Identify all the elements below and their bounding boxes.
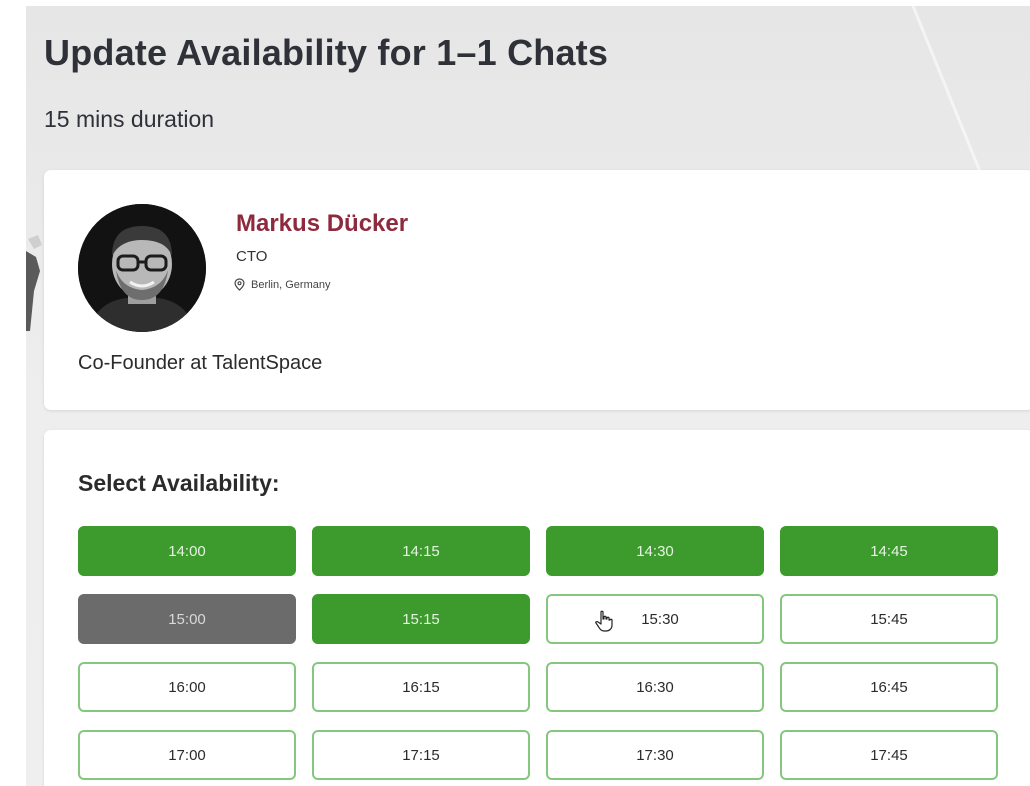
- time-slot-1630[interactable]: 16:30: [546, 662, 764, 712]
- availability-heading: Select Availability:: [78, 470, 280, 496]
- person-location: Berlin, Germany: [234, 278, 330, 291]
- time-slot-1530[interactable]: 15:30: [546, 594, 764, 644]
- time-slot-1645[interactable]: 16:45: [780, 662, 998, 712]
- person-name: Markus Dücker: [236, 210, 409, 237]
- time-slot-1445[interactable]: 14:45: [780, 526, 998, 576]
- time-slot-grid: 14:00 14:15 14:30 14:45 15:00 15:15 15:3…: [78, 526, 998, 780]
- time-slot-1700[interactable]: 17:00: [78, 730, 296, 780]
- time-slot-1715[interactable]: 17:15: [312, 730, 530, 780]
- background-figure: [26, 235, 42, 331]
- time-slot-1745[interactable]: 17:45: [780, 730, 998, 780]
- time-slot-1500[interactable]: 15:00: [78, 594, 296, 644]
- time-slot-1615[interactable]: 16:15: [312, 662, 530, 712]
- person-bio: Co-Founder at TalentSpace: [78, 352, 323, 374]
- profile-card: Markus Dücker CTO Berlin, Germany Co-Fou…: [44, 170, 1030, 410]
- time-slot-1400[interactable]: 14:00: [78, 526, 296, 576]
- hand-pointer-cursor-icon: [595, 610, 613, 632]
- person-role: CTO: [236, 248, 268, 265]
- availability-card: Select Availability: 14:00 14:15 14:30 1…: [44, 430, 1030, 786]
- time-slot-1730[interactable]: 17:30: [546, 730, 764, 780]
- map-pin-icon: [234, 278, 245, 291]
- duration-label: 15 mins duration: [44, 106, 215, 132]
- avatar: [78, 204, 206, 332]
- time-slot-1530-label: 15:30: [641, 610, 679, 628]
- time-slot-1515[interactable]: 15:15: [312, 594, 530, 644]
- page: Update Availability for 1–1 Chats 15 min…: [26, 6, 1030, 786]
- time-slot-1415[interactable]: 14:15: [312, 526, 530, 576]
- avatar-photo: [78, 204, 206, 332]
- time-slot-1430[interactable]: 14:30: [546, 526, 764, 576]
- page-title: Update Availability for 1–1 Chats: [44, 32, 609, 73]
- time-slot-1545[interactable]: 15:45: [780, 594, 998, 644]
- person-location-text: Berlin, Germany: [251, 278, 331, 291]
- time-slot-1600[interactable]: 16:00: [78, 662, 296, 712]
